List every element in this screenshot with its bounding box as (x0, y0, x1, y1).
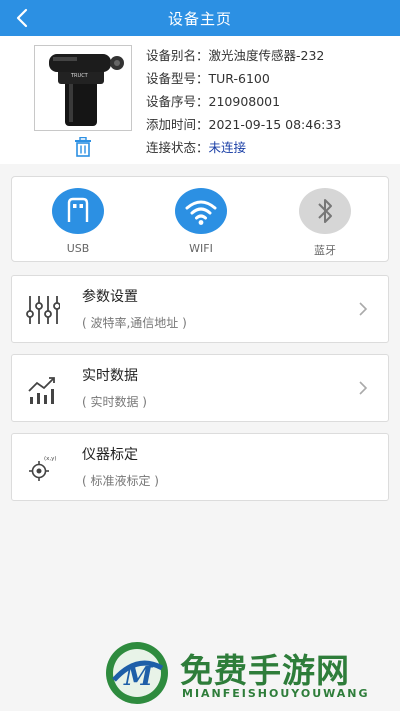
wifi-circle (175, 188, 227, 234)
app-header: 设备主页 (0, 0, 400, 36)
target-icon-text: (x,y) (44, 456, 57, 462)
serial-value: 210908001 (208, 94, 281, 109)
device-info-panel: TRUCT 设备别名：激光浊度传感器-232 设备型号：TUR-6100 设备序… (0, 36, 400, 164)
menu-subtitle-instrument-calibration: ( 标准液标定 ) (82, 474, 159, 488)
connection-options-card: USB WIFI 蓝牙 (11, 176, 389, 262)
watermark: M 免费手游网 MIANFEISHOUYOUWANG (0, 636, 400, 711)
model-value: TUR-6100 (208, 71, 270, 86)
added-time-value: 2021-09-15 08:46:33 (208, 117, 342, 132)
bluetooth-label: 蓝牙 (314, 244, 336, 257)
watermark-logo-letter: M (123, 662, 154, 692)
chevron-right-icon (359, 381, 368, 395)
connection-status-label: 连接状态： (146, 140, 209, 155)
serial-label: 设备序号： (146, 94, 209, 109)
page-title: 设备主页 (167, 10, 232, 28)
device-brand-text: TRUCT (70, 73, 89, 79)
sliders-icon (26, 296, 60, 324)
chevron-right-icon (359, 302, 368, 316)
menu-title-parameter-settings: 参数设置 (82, 289, 138, 305)
device-details: 设备别名：激光浊度传感器-232 设备型号：TUR-6100 设备序号：2109… (146, 44, 341, 159)
serial-row: 设备序号：210908001 (146, 90, 341, 113)
menu-item-instrument-calibration[interactable]: (x,y) 仪器标定 ( 标准液标定 ) (11, 433, 389, 501)
trash-icon[interactable] (74, 137, 92, 157)
device-image: TRUCT (34, 45, 132, 131)
alias-row: 设备别名：激光浊度传感器-232 (146, 44, 341, 67)
wifi-label: WIFI (189, 242, 213, 255)
usb-connect-button[interactable]: USB (43, 188, 113, 255)
alias-label: 设备别名： (146, 48, 209, 63)
wifi-icon (185, 200, 217, 225)
alias-value: 激光浊度传感器-232 (208, 48, 325, 63)
watermark-subtitle: MIANFEISHOUYOUWANG (182, 687, 370, 700)
connection-status-value: 未连接 (208, 140, 247, 155)
usb-icon (67, 197, 89, 222)
bluetooth-circle (299, 188, 351, 234)
usb-label: USB (66, 242, 90, 255)
watermark-logo-icon: M (106, 642, 168, 704)
watermark-title: 免费手游网 (180, 651, 350, 690)
added-time-label: 添加时间： (146, 117, 209, 132)
menu-subtitle-parameter-settings: ( 波特率,通信地址 ) (82, 316, 187, 330)
chart-icon (28, 377, 55, 404)
menu-item-parameter-settings[interactable]: 参数设置 ( 波特率,通信地址 ) (11, 275, 389, 343)
added-time-row: 添加时间：2021-09-15 08:46:33 (146, 113, 341, 136)
connection-status-row: 连接状态：未连接 (146, 136, 341, 159)
menu-title-instrument-calibration: 仪器标定 (82, 447, 138, 463)
model-row: 设备型号：TUR-6100 (146, 67, 341, 90)
menu-title-realtime-data: 实时数据 (82, 368, 138, 384)
usb-circle (52, 188, 104, 234)
wifi-connect-button[interactable]: WIFI (166, 188, 236, 255)
menu-item-realtime-data[interactable]: 实时数据 ( 实时数据 ) (11, 354, 389, 422)
bluetooth-icon (318, 199, 332, 223)
model-label: 设备型号： (146, 71, 209, 86)
target-icon: (x,y) (29, 456, 57, 481)
menu-subtitle-realtime-data: ( 实时数据 ) (82, 395, 147, 409)
bluetooth-connect-button[interactable]: 蓝牙 (290, 188, 360, 258)
